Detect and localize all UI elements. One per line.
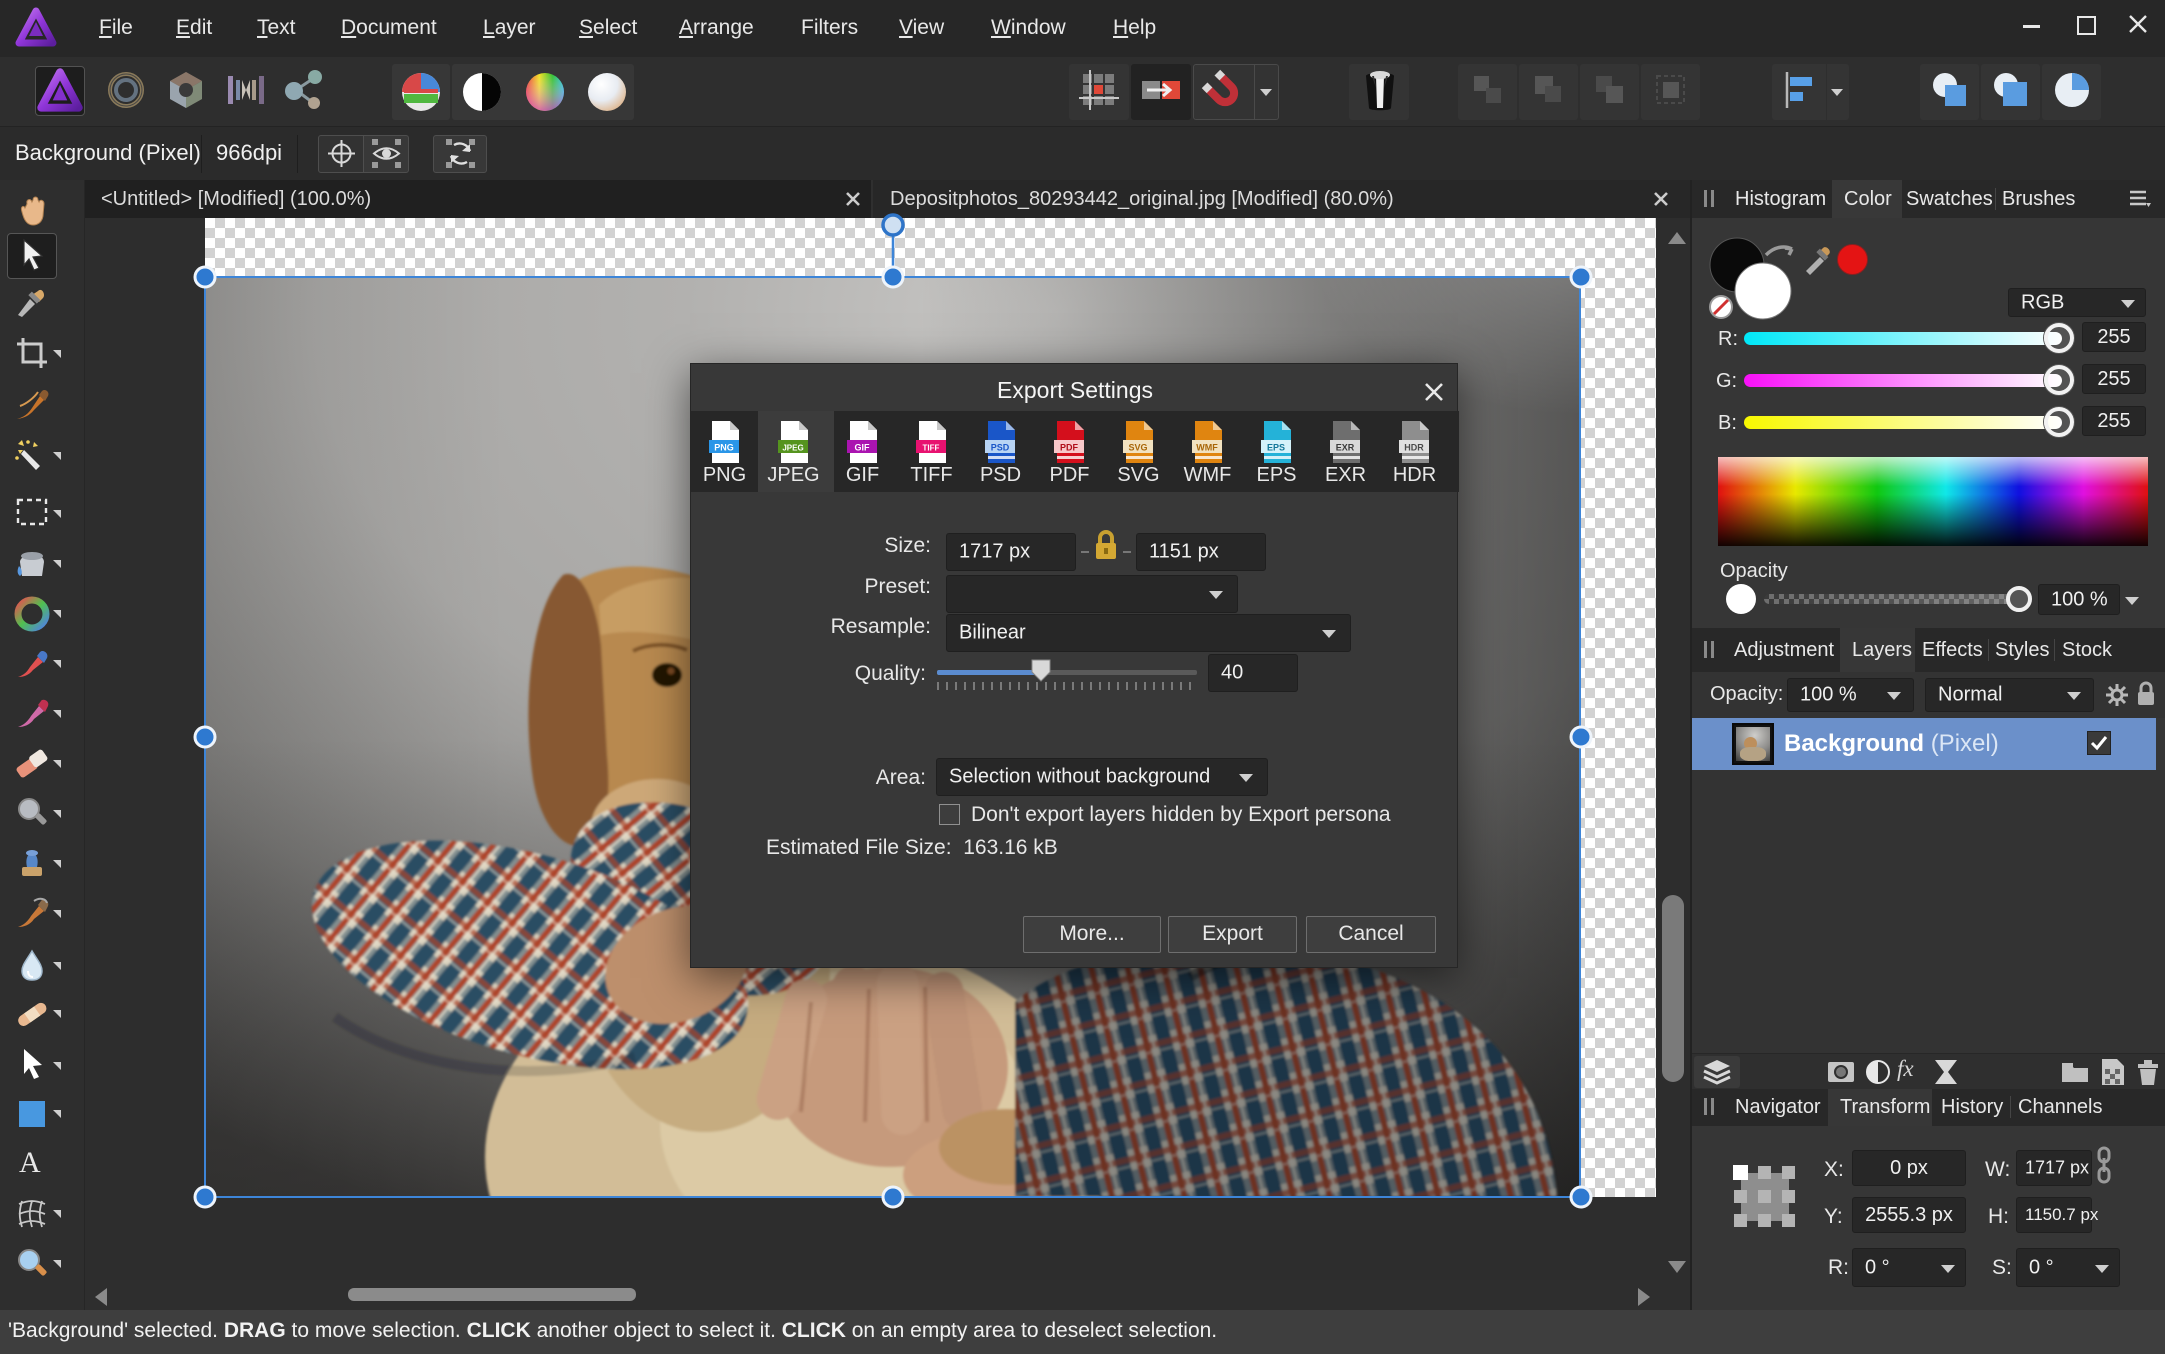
svg-text:GIF: GIF <box>854 443 870 453</box>
svg-text:EXR: EXR <box>1335 443 1354 453</box>
svg-text:PDF: PDF <box>1060 443 1079 453</box>
svg-text:WMF: WMF <box>1196 443 1218 453</box>
svg-text:HDR: HDR <box>1404 443 1424 453</box>
svg-text:JPEG: JPEG <box>782 444 803 453</box>
svg-text:EPS: EPS <box>1266 443 1284 453</box>
svg-text:PNG: PNG <box>714 443 734 453</box>
svg-text:TIFF: TIFF <box>922 444 939 453</box>
svg-text:PSD: PSD <box>990 443 1009 453</box>
svg-text:SVG: SVG <box>1128 443 1147 453</box>
